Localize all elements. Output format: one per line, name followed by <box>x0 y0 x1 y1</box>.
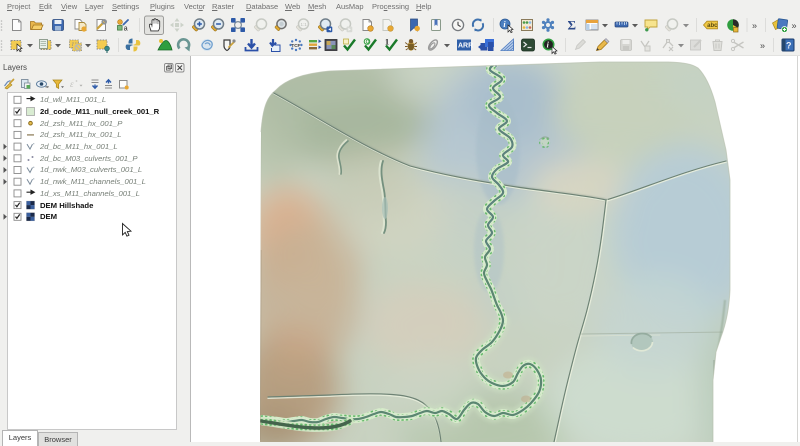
svg-text:ε: ε <box>70 79 74 89</box>
svg-text:Σ: Σ <box>568 18 577 33</box>
svg-text:abc: abc <box>707 23 718 29</box>
svg-text:»: » <box>792 21 797 31</box>
svg-text:TCF: TCF <box>291 43 300 48</box>
svg-text:»: » <box>760 41 765 51</box>
svg-text:1:1: 1:1 <box>301 22 308 27</box>
svg-text:a: a <box>124 26 128 33</box>
svg-text:?: ? <box>786 40 792 50</box>
svg-text:ARR: ARR <box>458 43 473 50</box>
svg-text:»: » <box>752 21 757 31</box>
svg-text:Q: Q <box>366 39 370 45</box>
